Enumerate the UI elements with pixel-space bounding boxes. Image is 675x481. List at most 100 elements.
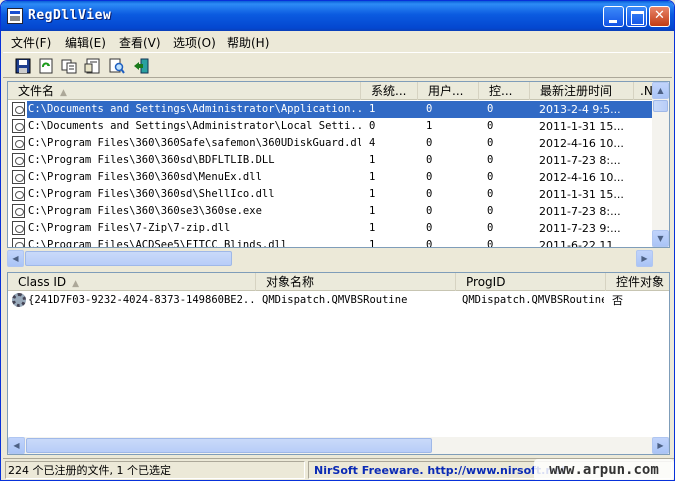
dll-file-icon [12,170,25,184]
column-header-filename[interactable]: 文件名 ▲ [8,82,361,100]
filename-cell: C:\Program Files\360\360sd\ShellIco.dll [28,188,275,200]
scroll-thumb-horizontal[interactable] [25,251,232,266]
table-row[interactable]: C:\Program Files\360\360Safe\safemon\360… [8,135,654,152]
system-count-cell: 0 [369,120,376,132]
control-count-cell: 0 [487,120,494,132]
dll-file-icon [12,238,25,247]
control-count-cell: 0 [487,205,494,217]
menu-edit[interactable]: 编辑(E) [65,34,106,51]
menu-options[interactable]: 选项(O) [173,34,216,51]
scroll-right-button[interactable]: ▶ [636,250,653,267]
filename-cell: C:\Program Files\7-Zip\7-zip.dll [28,222,231,234]
dll-file-icon [12,136,25,150]
column-header-class-id[interactable]: Class ID ▲ [8,273,256,291]
maximize-button[interactable] [626,6,647,27]
class-id-cell: {241D7F03-9232-4024-8373-149860BE2... [28,294,256,306]
column-header-object-name[interactable]: 对象名称 [256,273,456,291]
dll-file-icon [12,153,25,167]
menu-file[interactable]: 文件(F) [11,34,51,51]
system-count-cell: 1 [369,154,376,166]
table-row[interactable]: C:\Documents and Settings\Administrator\… [8,118,654,135]
top-list-horizontal-scrollbar[interactable]: ◀ ▶ [7,250,670,269]
control-count-cell: 0 [487,154,494,166]
user-count-cell: 0 [426,154,433,166]
status-count: 224 个已注册的文件, 1 个已选定 [5,461,305,479]
scroll-up-button[interactable]: ▲ [652,82,669,99]
filename-cell: C:\Program Files\360\360sd\MenuEx.dll [28,171,262,183]
dll-file-icon [12,187,25,201]
sort-ascending-icon: ▲ [60,88,67,98]
user-count-cell: 0 [426,103,433,115]
table-row[interactable]: C:\Program Files\360\360se3\360se.exe 1 0 0… [8,203,654,220]
last-registered-cell: 2013-2-4 9:5... [539,103,621,116]
menu-help[interactable]: 帮助(H) [227,34,269,51]
registered-files-list[interactable]: 文件名 ▲ 系统... 用户... 控... 最新注册时间 .NE C:\Docu… [7,81,670,248]
window-title: RegDllView [28,8,112,23]
copy-button[interactable] [59,56,79,76]
dll-file-icon [12,119,25,133]
column-header-user[interactable]: 用户... [418,82,479,100]
last-registered-cell: 2011-7-23 8:... [539,205,621,218]
filename-cell: C:\Program Files\360\360Safe\safemon\360… [28,137,361,149]
table-row[interactable]: C:\Program Files\360\360sd\BDFLTLIB.DLL 1… [8,152,654,169]
copy-icon [61,59,77,74]
scroll-thumb[interactable] [653,100,668,112]
menu-view[interactable]: 查看(V) [119,34,161,51]
last-registered-cell: 2012-4-16 10... [539,137,624,150]
menu-bar: 文件(F) 编辑(E) 查看(V) 选项(O) 帮助(H) [3,32,672,52]
scroll-left-button[interactable]: ◀ [7,250,24,267]
sort-ascending-icon: ▲ [72,279,80,289]
close-button[interactable]: ✕ [649,6,670,27]
app-window: RegDllView ✕ 文件(F) 编辑(E) 查看(V) 选项(O) 帮助(… [0,0,675,481]
table-row[interactable]: C:\Documents and Settings\Administrator\… [8,101,654,118]
control-count-cell: 0 [487,188,494,200]
column-header-control[interactable]: 控... [479,82,530,100]
filename-cell: C:\Documents and Settings\Administrator\… [28,103,361,115]
user-count-cell: 0 [426,171,433,183]
control-count-cell: 0 [487,103,494,115]
refresh-icon [39,58,53,74]
column-header-progid[interactable]: ProgID [456,273,606,291]
scroll-right-button[interactable]: ▶ [652,437,669,454]
table-row[interactable]: C:\Program Files\360\360sd\MenuEx.dll 1 0 0… [8,169,654,186]
list-item[interactable]: {241D7F03-9232-4024-8373-149860BE2... QM… [8,292,669,309]
column-header-system[interactable]: 系统... [361,82,418,100]
properties-icon [84,58,100,74]
user-count-cell: 0 [426,222,433,234]
com-objects-list[interactable]: Class ID ▲ 对象名称 ProgID 控件对象 {241D7F03-923… [7,272,670,455]
system-count-cell: 1 [369,188,376,200]
object-name-cell: QMDispatch.QMVBSRoutine [262,294,408,306]
save-button[interactable] [13,56,33,76]
scroll-thumb-horizontal[interactable] [26,438,432,453]
list-header: Class ID ▲ 对象名称 ProgID 控件对象 [8,273,669,291]
table-row[interactable]: C:\Program Files\ACDSee5\EITCC Blinds.dl… [8,237,654,248]
minimize-button[interactable] [603,6,624,27]
last-registered-cell: 2011-6-22 11... [539,239,624,248]
app-icon [7,8,23,24]
system-count-cell: 1 [369,171,376,183]
dll-file-icon [12,102,25,116]
find-icon [109,58,125,74]
gear-icon [12,293,26,307]
system-count-cell: 1 [369,103,376,115]
properties-button[interactable] [82,56,102,76]
control-count-cell: 0 [487,239,494,248]
refresh-button[interactable] [36,56,56,76]
scroll-left-button[interactable]: ◀ [8,437,25,454]
find-button[interactable] [107,56,127,76]
user-count-cell: 0 [426,239,433,248]
title-bar[interactable]: RegDllView ✕ [1,1,674,31]
top-list-vertical-scrollbar[interactable]: ▲ ▼ [652,82,669,247]
last-registered-cell: 2011-1-31 15... [539,188,624,201]
dll-file-icon [12,221,25,235]
scroll-down-button[interactable]: ▼ [652,230,669,247]
exit-button[interactable] [131,56,151,76]
bottom-list-horizontal-scrollbar[interactable]: ◀ ▶ [8,437,669,454]
last-registered-cell: 2012-4-16 10... [539,171,624,184]
column-header-control-object[interactable]: 控件对象 [606,273,669,291]
table-row[interactable]: C:\Program Files\360\360sd\ShellIco.dll 1… [8,186,654,203]
filename-cell: C:\Program Files\ACDSee5\EITCC Blinds.dl… [28,239,288,248]
filename-cell: C:\Program Files\360\360sd\BDFLTLIB.DLL [28,154,275,166]
table-row[interactable]: C:\Program Files\7-Zip\7-zip.dll 1 0 0 2011-… [8,220,654,237]
column-header-last-registered[interactable]: 最新注册时间 [530,82,634,100]
